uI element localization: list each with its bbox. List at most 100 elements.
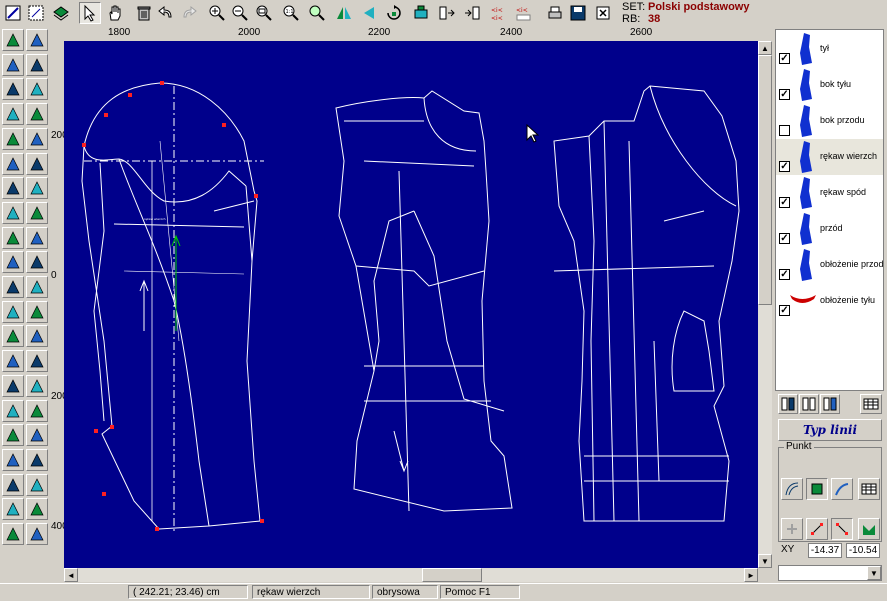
arrow-down-double-icon[interactable]	[26, 53, 48, 76]
grading-alt-icon[interactable]: <i<	[513, 2, 535, 24]
triangle-icon[interactable]	[2, 201, 24, 224]
layer-item[interactable]: ✓ rękaw spód	[776, 175, 883, 211]
arrow-up-icon[interactable]	[2, 29, 24, 51]
zoom-fit-icon[interactable]	[253, 2, 275, 24]
angle-measure-icon[interactable]	[2, 226, 24, 249]
grading-icon[interactable]: <i< <i<	[488, 2, 510, 24]
layer-item[interactable]: bok przodu	[776, 103, 883, 139]
angle-icon[interactable]	[2, 127, 24, 150]
y-coordinate-field[interactable]: -10.54	[846, 543, 880, 558]
layer-item[interactable]: ✓ obłożenie przod	[776, 247, 884, 283]
table-icon[interactable]	[860, 394, 882, 414]
piece-green-icon[interactable]	[2, 251, 24, 274]
layer-checkbox[interactable]: ✓	[779, 197, 790, 208]
link-icon[interactable]	[2, 523, 24, 545]
circle-icon[interactable]	[26, 177, 48, 200]
protractor-icon[interactable]	[26, 251, 48, 274]
scroll-left-icon[interactable]: ◄	[64, 568, 78, 582]
zoom-window-icon[interactable]	[306, 2, 328, 24]
mirror-vertical-icon[interactable]	[333, 2, 355, 24]
point-move-icon[interactable]	[806, 518, 828, 540]
layer-item[interactable]: ✓ przód	[776, 211, 883, 247]
layers-icon[interactable]	[50, 2, 72, 24]
layer-item[interactable]: ✓ rękaw wierzch	[776, 139, 883, 175]
flag-icon[interactable]	[26, 399, 48, 422]
layer-checkbox[interactable]	[779, 125, 790, 136]
point-curve-icon[interactable]	[831, 478, 853, 500]
arrow-pointer-icon[interactable]	[79, 2, 101, 24]
rotate-icon[interactable]	[383, 2, 405, 24]
measure-icon[interactable]	[410, 2, 432, 24]
line-type-button[interactable]: Typ linii	[778, 419, 882, 441]
chevron-down-icon[interactable]: ▼	[867, 566, 881, 580]
bars-icon[interactable]	[26, 424, 48, 447]
layer-item[interactable]: ✓ bok tyłu	[776, 67, 883, 103]
vertical-scroll-thumb[interactable]	[758, 55, 772, 305]
layers-color-icon[interactable]	[820, 394, 840, 414]
horizontal-scroll-thumb[interactable]	[422, 568, 482, 582]
layer-checkbox[interactable]: ✓	[779, 305, 790, 316]
pentagon-icon[interactable]	[2, 424, 24, 447]
layer-item[interactable]: ✓ obłożenie tyłu	[776, 283, 883, 319]
layer-checkbox[interactable]: ✓	[779, 53, 790, 64]
pen-icon[interactable]	[2, 374, 24, 397]
point-shape-icon[interactable]	[858, 518, 880, 540]
redo-icon[interactable]	[178, 2, 200, 24]
dotted-shape-icon[interactable]	[26, 350, 48, 373]
line-style-select[interactable]: ▼	[778, 565, 882, 581]
layer-checkbox[interactable]: ✓	[779, 233, 790, 244]
horizontal-scrollbar[interactable]: ◄ ►	[64, 568, 758, 582]
point-insert-icon[interactable]	[831, 518, 853, 540]
layer-checkbox[interactable]: ✓	[779, 161, 790, 172]
pattern-drawing[interactable]: rękaw wierzch	[64, 41, 758, 568]
mirror-left-icon[interactable]	[358, 2, 380, 24]
layer-checkbox[interactable]: ✓	[779, 269, 790, 280]
vertical-scrollbar[interactable]: ▲ ▼	[758, 41, 772, 568]
pin-icon[interactable]	[2, 152, 24, 175]
grading-icon[interactable]	[26, 498, 48, 521]
arrow-down-icon[interactable]	[2, 53, 24, 76]
line-tool-icon[interactable]	[2, 103, 24, 126]
x-coordinate-field[interactable]: -14.37	[808, 543, 842, 558]
ruler-icon[interactable]	[26, 226, 48, 249]
curve-arc-icon[interactable]	[26, 276, 48, 298]
point-table-icon[interactable]	[858, 478, 880, 500]
hand-point-icon[interactable]	[2, 276, 24, 298]
curve-icon[interactable]	[781, 478, 803, 500]
pattern-canvas[interactable]: rękaw wierzch	[64, 41, 758, 568]
scissors-alt-icon[interactable]	[26, 300, 48, 323]
zoom-out-icon[interactable]	[229, 2, 251, 24]
print-icon[interactable]	[544, 2, 566, 24]
layer-item[interactable]: ✓ tył	[776, 31, 883, 67]
piece-icon[interactable]	[26, 78, 48, 101]
dots-icon[interactable]	[26, 103, 48, 126]
scroll-right-icon[interactable]: ►	[744, 568, 758, 582]
pattern-icon[interactable]	[2, 399, 24, 422]
book-icon[interactable]	[26, 448, 48, 471]
scroll-up-icon[interactable]: ▲	[758, 41, 772, 55]
layer-checkbox[interactable]: ✓	[779, 89, 790, 100]
layers-grid-icon[interactable]	[799, 394, 819, 414]
save-icon[interactable]	[567, 2, 589, 24]
hand-icon[interactable]	[104, 2, 126, 24]
knife-icon[interactable]	[26, 201, 48, 224]
zoom-1to1-icon[interactable]: 1:1	[280, 2, 302, 24]
close-icon[interactable]	[593, 2, 613, 24]
point-square-icon[interactable]	[806, 478, 828, 500]
point-add-icon[interactable]	[781, 518, 803, 540]
scroll-down-icon[interactable]: ▼	[758, 554, 772, 568]
zoom-in-icon[interactable]	[206, 2, 228, 24]
half-shape-icon[interactable]	[26, 374, 48, 397]
half-triangle-icon[interactable]	[26, 473, 48, 496]
layers-stack-icon[interactable]	[778, 394, 798, 414]
arrow-up-double-icon[interactable]	[26, 29, 48, 51]
mountain-icon[interactable]	[26, 523, 48, 545]
cross-icon[interactable]	[2, 78, 24, 101]
select-rect-icon[interactable]	[2, 2, 24, 24]
undo-icon[interactable]	[155, 2, 177, 24]
scissors-icon[interactable]	[2, 300, 24, 323]
trash-icon[interactable]	[133, 2, 155, 24]
zoom-region-icon[interactable]	[25, 2, 47, 24]
box-icon[interactable]	[26, 127, 48, 150]
number-icon[interactable]	[2, 498, 24, 521]
